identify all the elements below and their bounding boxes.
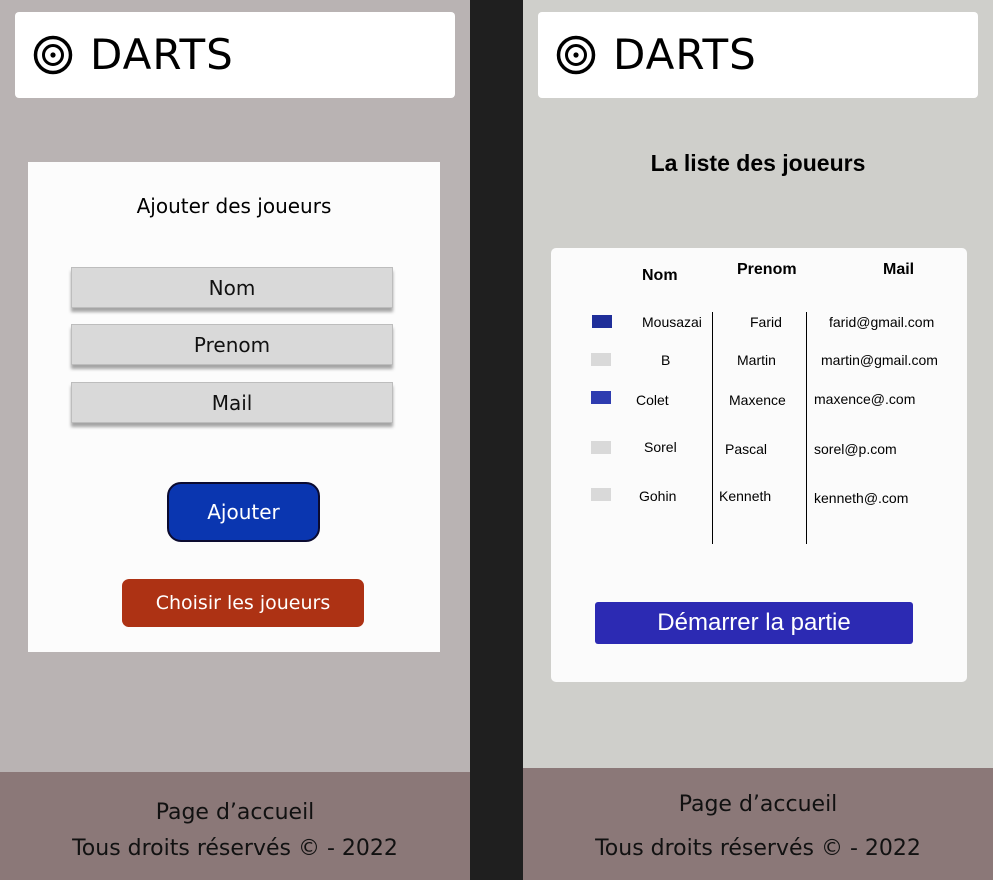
nom-input[interactable] <box>71 267 393 308</box>
header: DARTS <box>15 12 455 98</box>
column-header-mail: Mail <box>883 261 915 278</box>
player-prenom: Maxence <box>729 392 786 408</box>
dartboard-icon <box>556 35 596 75</box>
player-mail: sorel@p.com <box>814 441 897 457</box>
form-title: Ajouter des joueurs <box>136 194 332 218</box>
player-nom: Mousazai <box>642 314 702 330</box>
player-nom: B <box>661 352 671 368</box>
player-color-swatch <box>592 315 612 328</box>
player-prenom: Martin <box>737 352 776 368</box>
start-game-button[interactable]: Démarrer la partie <box>595 602 913 644</box>
footer-home-link[interactable]: Page d’accueil <box>0 800 470 825</box>
column-header-nom: Nom <box>642 267 678 284</box>
player-nom: Colet <box>636 392 669 408</box>
add-button[interactable]: Ajouter <box>167 482 320 542</box>
app-brand[interactable]: DARTS <box>90 30 234 79</box>
column-divider <box>806 312 807 544</box>
player-color-swatch <box>591 391 611 404</box>
player-mail: martin@gmail.com <box>821 352 938 368</box>
player-prenom: Pascal <box>725 441 768 457</box>
column-header-prenom: Prenom <box>737 261 797 278</box>
player-mail: kenneth@.com <box>814 490 909 506</box>
players-table: Nom Prenom Mail Mousazai Farid farid@gma… <box>551 248 967 682</box>
add-players-form: Ajouter des joueurs Ajouter Choisir les … <box>28 162 440 652</box>
prenom-input[interactable] <box>71 324 393 365</box>
footer-copyright: Tous droits réservés © - 2022 <box>72 836 398 861</box>
dartboard-icon <box>33 35 73 75</box>
footer-copyright: Tous droits réservés © - 2022 <box>595 836 921 861</box>
mail-input[interactable] <box>71 382 393 423</box>
app-brand[interactable]: DARTS <box>613 30 757 79</box>
footer-home-link[interactable]: Page d’accueil <box>523 792 993 817</box>
footer: Page d’accueil Tous droits réservés © - … <box>523 768 993 880</box>
player-color-swatch <box>591 353 611 366</box>
player-nom: Sorel <box>644 439 677 455</box>
header: DARTS <box>538 12 978 98</box>
players-list-screen: DARTS La liste des joueurs Nom Prenom Ma… <box>523 0 993 880</box>
player-color-swatch <box>591 488 611 501</box>
player-prenom: Farid <box>750 314 782 330</box>
page-title: La liste des joueurs <box>650 150 866 176</box>
player-mail: maxence@.com <box>814 391 916 407</box>
player-mail: farid@gmail.com <box>829 314 935 330</box>
player-prenom: Kenneth <box>719 488 772 504</box>
player-nom: Gohin <box>639 488 677 504</box>
choose-players-button[interactable]: Choisir les joueurs <box>122 579 364 627</box>
footer: Page d’accueil Tous droits réservés © - … <box>0 772 470 880</box>
add-players-screen: DARTS Ajouter des joueurs Ajouter Choisi… <box>0 0 470 880</box>
player-color-swatch <box>591 441 611 454</box>
column-divider <box>712 312 713 544</box>
